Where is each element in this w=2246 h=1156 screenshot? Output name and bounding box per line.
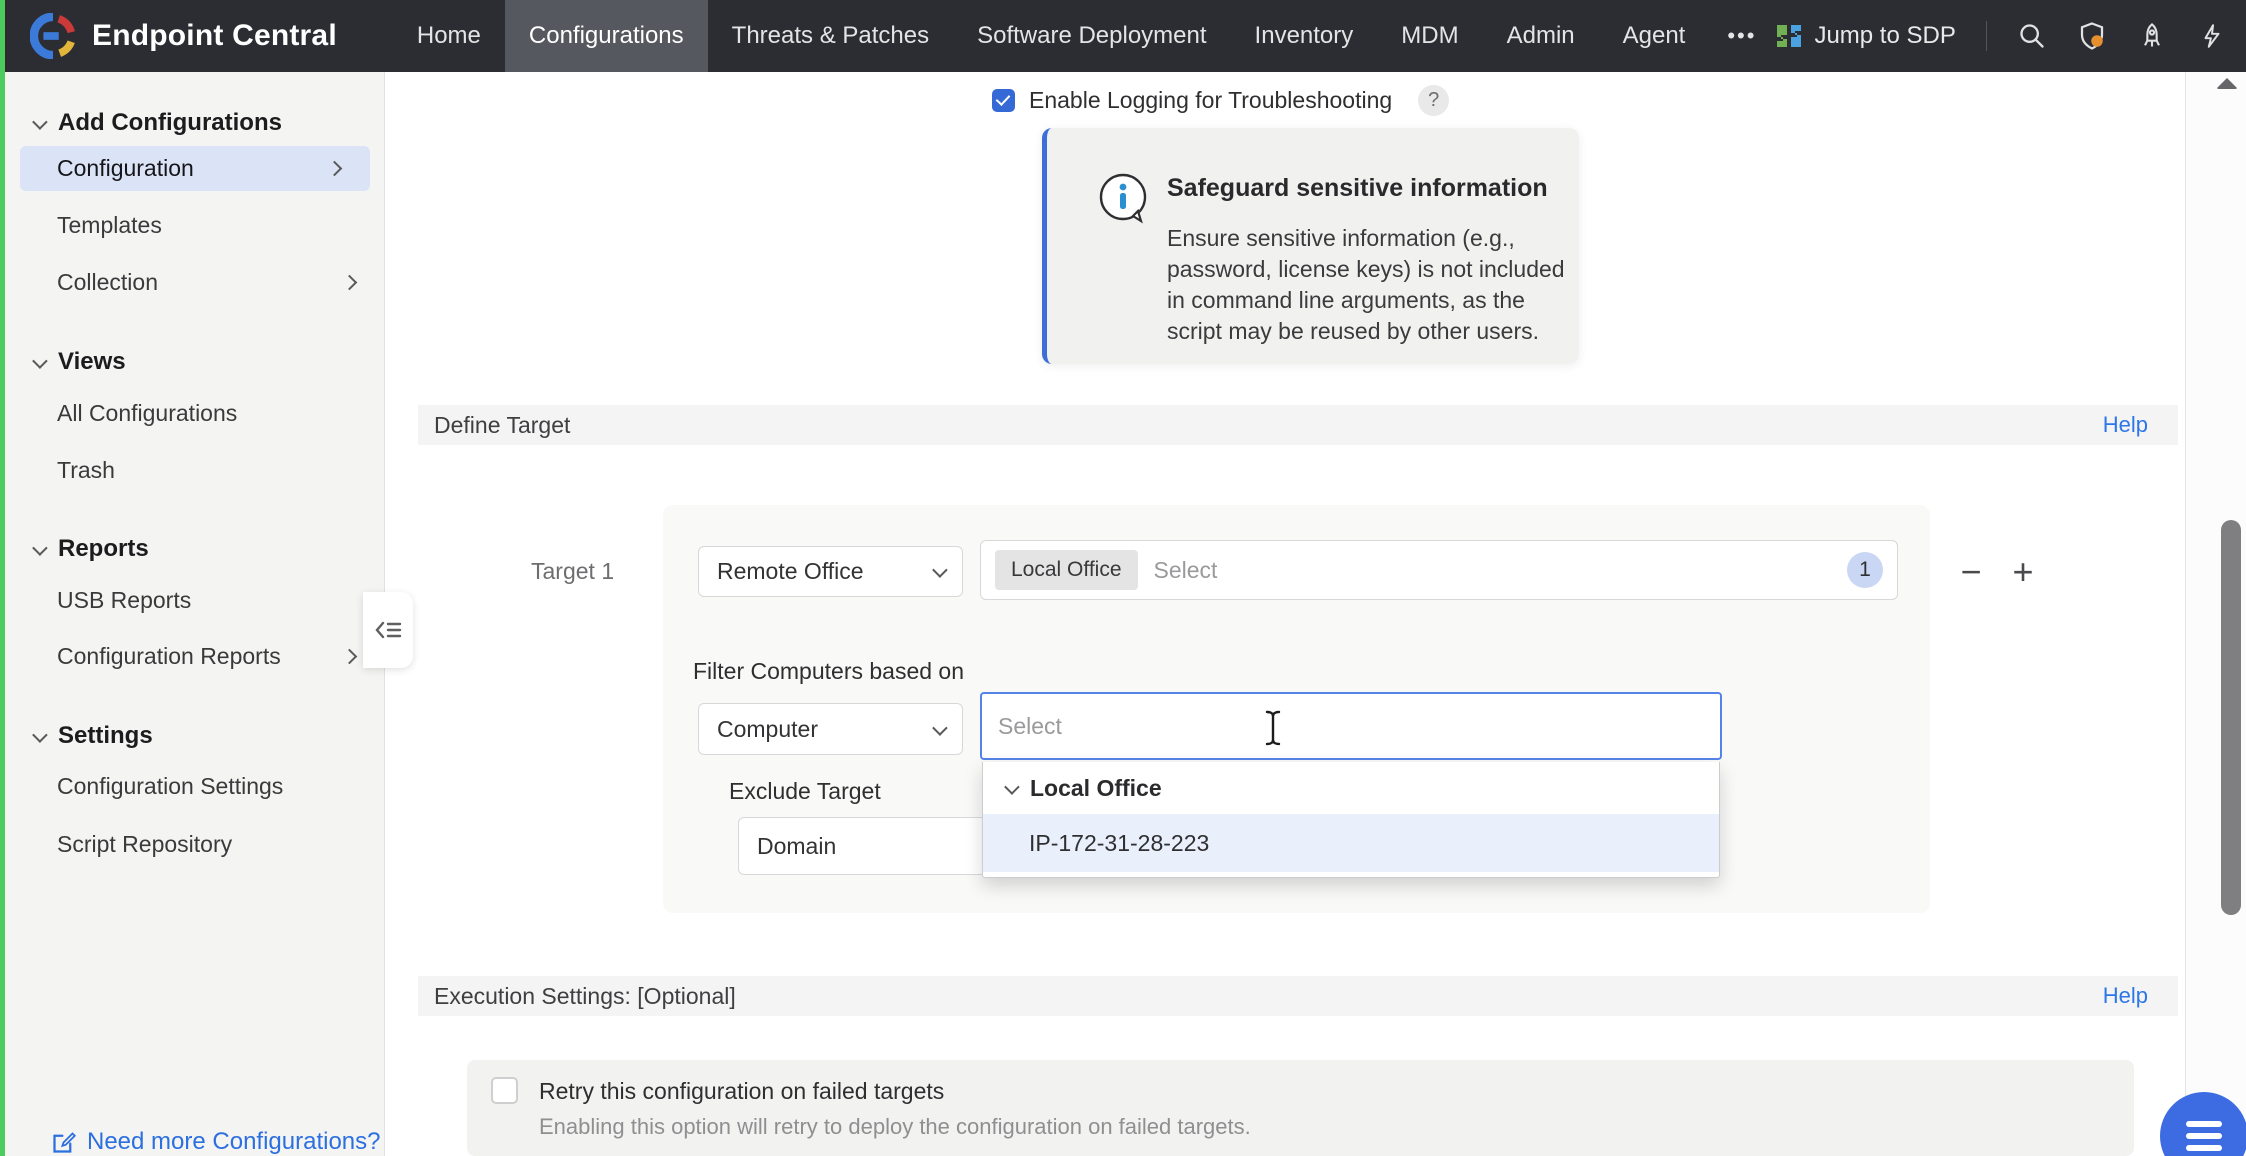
exclude-type-select[interactable]: Domain (738, 817, 1018, 875)
sidebar-item-templates[interactable]: Templates (5, 203, 385, 247)
chevron-down-icon (932, 720, 948, 736)
chevron-right-icon (342, 648, 358, 664)
main-content: Enable Logging for Troubleshooting ? Saf… (385, 72, 2185, 1156)
define-target-section-header: Define Target Help (418, 405, 2178, 445)
nav-item-threats-patches[interactable]: Threats & Patches (708, 0, 953, 72)
chevron-down-icon (932, 562, 948, 578)
nav-item-inventory[interactable]: Inventory (1231, 0, 1378, 72)
sidebar-item-configuration[interactable]: Configuration (20, 146, 370, 191)
sidebar-item-script-repository[interactable]: Script Repository (5, 822, 385, 866)
sidebar-collapse-button[interactable] (363, 592, 413, 668)
filter-type-select[interactable]: Computer (698, 703, 963, 755)
info-title: Safeguard sensitive information (1167, 174, 1548, 203)
search-icon[interactable] (2017, 21, 2047, 51)
chevron-down-icon (1004, 779, 1020, 795)
top-navbar: Endpoint Central Home Configurations Thr… (0, 0, 2246, 72)
security-shield-icon[interactable] (2077, 21, 2107, 51)
rocket-icon[interactable] (2137, 21, 2167, 51)
nav-item-agent[interactable]: Agent (1599, 0, 1710, 72)
sidebar-item-collection[interactable]: Collection (5, 260, 385, 304)
enable-logging-row: Enable Logging for Troubleshooting ? (992, 85, 1449, 116)
chevron-down-icon (32, 114, 48, 130)
execution-settings-section-header: Execution Settings: [Optional] Help (418, 976, 2178, 1016)
nav-item-home[interactable]: Home (393, 0, 505, 72)
navbar-right: Jump to SDP (1774, 13, 2246, 59)
retry-checkbox[interactable] (491, 1077, 518, 1104)
sidebar-item-configuration-reports[interactable]: Configuration Reports (5, 634, 385, 678)
left-sidebar: Add Configurations Configuration Templat… (5, 72, 385, 1156)
brand-name: Endpoint Central (92, 19, 337, 53)
target-1-label: Target 1 (531, 558, 614, 585)
chevron-down-icon (32, 727, 48, 743)
dropdown-group-local-office[interactable]: Local Office (983, 762, 1719, 814)
logging-help-icon[interactable]: ? (1418, 85, 1449, 116)
section-views[interactable]: Views (5, 340, 385, 384)
collapse-sidebar-icon (374, 618, 402, 642)
navbar-divider (1986, 21, 1987, 51)
retry-description: Enabling this option will retry to deplo… (539, 1114, 1251, 1140)
whats-new-lightning-icon[interactable] (2197, 21, 2227, 51)
safeguard-info-box: Safeguard sensitive information Ensure s… (1042, 128, 1579, 364)
define-target-title: Define Target (434, 412, 570, 439)
nav-item-software-deployment[interactable]: Software Deployment (953, 0, 1230, 72)
page-scrollbar[interactable] (2185, 72, 2246, 1156)
chevron-right-icon (327, 161, 343, 177)
info-body: Ensure sensitive information (e.g., pass… (1167, 223, 1571, 347)
endpoint-central-logo-icon (30, 13, 76, 59)
dropdown-option-ip[interactable]: IP-172-31-28-223 (983, 814, 1719, 872)
selected-count-badge: 1 (1847, 552, 1883, 588)
remote-office-combobox[interactable]: Local Office Select 1 (980, 540, 1898, 600)
execution-settings-title: Execution Settings: [Optional] (434, 983, 736, 1010)
chat-lines-icon (2186, 1121, 2222, 1127)
define-target-help-link[interactable]: Help (2103, 412, 2148, 438)
scroll-up-arrow[interactable] (2216, 78, 2238, 89)
sidebar-item-usb-reports[interactable]: USB Reports (5, 578, 385, 622)
enable-logging-label: Enable Logging for Troubleshooting (1029, 87, 1392, 114)
app-root: Endpoint Central Home Configurations Thr… (0, 0, 2246, 1156)
exclude-target-label: Exclude Target (729, 778, 881, 805)
nav-item-configurations[interactable]: Configurations (505, 0, 708, 72)
enable-logging-checkbox[interactable] (992, 89, 1015, 112)
info-bubble-icon (1095, 170, 1153, 228)
computer-filter-input-wrap (980, 692, 1722, 760)
capture-edge-strip (0, 0, 5, 1156)
filter-computers-label: Filter Computers based on (693, 658, 964, 685)
computer-select-dropdown: Local Office IP-172-31-28-223 (982, 762, 1720, 878)
section-reports[interactable]: Reports (5, 527, 385, 571)
local-office-chip[interactable]: Local Office (995, 550, 1138, 590)
jump-to-sdp-button[interactable]: Jump to SDP (1774, 21, 1955, 51)
need-more-configurations-link[interactable]: Need more Configurations? (50, 1128, 381, 1156)
remove-target-button[interactable]: − (1951, 552, 1991, 592)
sdp-logo-icon (1774, 21, 1804, 51)
computer-filter-input[interactable] (982, 694, 1720, 758)
nav-more-menu[interactable]: ••• (1709, 0, 1774, 72)
target-type-select[interactable]: Remote Office (698, 546, 963, 597)
retry-option-card: Retry this configuration on failed targe… (467, 1060, 2134, 1156)
sidebar-item-all-configurations[interactable]: All Configurations (5, 391, 385, 435)
sidebar-item-trash[interactable]: Trash (5, 448, 385, 492)
execution-settings-help-link[interactable]: Help (2103, 983, 2148, 1009)
nav-item-mdm[interactable]: MDM (1377, 0, 1482, 72)
brand[interactable]: Endpoint Central (30, 13, 337, 59)
section-add-configurations[interactable]: Add Configurations (5, 101, 385, 145)
nav-item-admin[interactable]: Admin (1483, 0, 1599, 72)
jump-to-sdp-label: Jump to SDP (1814, 22, 1955, 50)
combo-placeholder: Select (1154, 557, 1847, 584)
chevron-down-icon (32, 353, 48, 369)
chevron-right-icon (342, 274, 358, 290)
retry-label: Retry this configuration on failed targe… (539, 1078, 944, 1105)
add-target-button[interactable]: + (2003, 552, 2043, 592)
chevron-down-icon (32, 540, 48, 556)
section-settings[interactable]: Settings (5, 714, 385, 758)
scrollbar-thumb[interactable] (2221, 520, 2241, 915)
main-nav: Home Configurations Threats & Patches So… (393, 0, 1775, 72)
sidebar-item-configuration-settings[interactable]: Configuration Settings (5, 764, 385, 808)
compose-icon (50, 1129, 77, 1156)
